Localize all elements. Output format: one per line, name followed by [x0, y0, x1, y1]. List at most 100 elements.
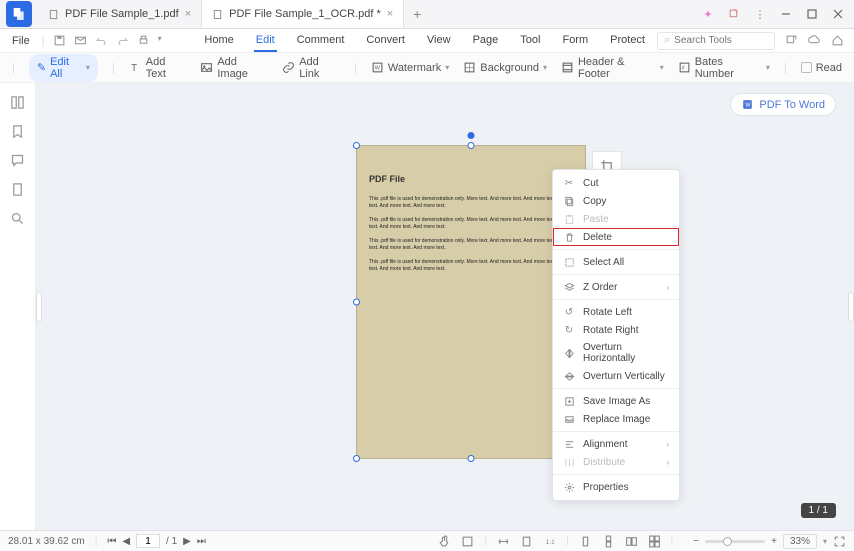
header-footer-tool[interactable]: Header & Footer ▾ [561, 56, 664, 80]
ctx-z-order[interactable]: Z Order› [553, 278, 679, 296]
ctx-overturn-vertical[interactable]: Overturn Vertically [553, 367, 679, 385]
menu-view[interactable]: View [425, 30, 453, 52]
close-icon[interactable]: × [185, 8, 191, 20]
watermark-tool[interactable]: W Watermark ▾ [371, 61, 449, 74]
new-tab-button[interactable]: + [404, 6, 430, 22]
actual-size-icon[interactable]: 1:1 [543, 535, 556, 548]
search-input[interactable] [674, 35, 754, 46]
zoom-value[interactable]: 33% [783, 534, 817, 549]
fullscreen-icon[interactable] [833, 535, 846, 548]
ctx-save-image[interactable]: Save Image As [553, 392, 679, 410]
rotate-handle[interactable] [468, 132, 475, 139]
ctx-label: Overturn Horizontally [583, 342, 669, 364]
maximize-button[interactable] [802, 4, 822, 24]
decoration-icon[interactable]: ✦ [698, 4, 718, 24]
resize-handle-s[interactable] [468, 455, 475, 462]
zoom-thumb[interactable] [723, 537, 732, 546]
resize-handle-w[interactable] [353, 299, 360, 306]
edit-all-tool[interactable]: ✎ Edit All ▾ [29, 54, 98, 82]
menu-edit[interactable]: Edit [254, 30, 277, 52]
zoom-in-icon[interactable]: + [771, 536, 777, 547]
page-total: / 1 [166, 536, 177, 547]
canvas[interactable]: W PDF To Word PDF File This .pdf file is… [36, 83, 854, 530]
ctx-alignment[interactable]: Alignment› [553, 435, 679, 453]
attachment-icon[interactable] [10, 182, 25, 197]
share-icon[interactable] [724, 4, 744, 24]
ctx-rotate-left[interactable]: ↺Rotate Left [553, 303, 679, 321]
select-tool-icon[interactable] [461, 535, 474, 548]
close-window-button[interactable] [828, 4, 848, 24]
two-page-icon[interactable] [625, 535, 638, 548]
print-icon[interactable] [137, 34, 150, 47]
panel-expand-left[interactable] [36, 292, 42, 322]
close-icon[interactable]: × [387, 8, 393, 20]
zoom-out-icon[interactable]: − [693, 536, 699, 547]
main-area: W PDF To Word PDF File This .pdf file is… [0, 83, 854, 530]
add-image-tool[interactable]: Add Image [200, 56, 268, 80]
tab-pdf-sample-1[interactable]: PDF File Sample_1.pdf × [38, 0, 202, 28]
pdf-to-word-button[interactable]: W PDF To Word [730, 93, 836, 116]
single-page-icon[interactable] [579, 535, 592, 548]
read-tool[interactable]: Read [801, 62, 842, 74]
ctx-delete[interactable]: Delete [553, 228, 679, 246]
menu-protect[interactable]: Protect [608, 30, 647, 52]
chevron-down-icon: ▾ [445, 63, 449, 72]
search-rail-icon[interactable] [10, 211, 25, 226]
file-icon [212, 9, 223, 20]
read-checkbox[interactable] [801, 62, 812, 73]
resize-handle-n[interactable] [468, 142, 475, 149]
save-icon[interactable] [53, 34, 66, 47]
add-link-tool[interactable]: Add Link [282, 56, 340, 80]
kebab-icon[interactable]: ⋮ [750, 4, 770, 24]
search-tools[interactable]: ⌕ [657, 32, 775, 50]
menu-tool[interactable]: Tool [518, 30, 542, 52]
comment-icon[interactable] [10, 153, 25, 168]
image-icon [200, 61, 213, 74]
ctx-cut[interactable]: ✂Cut [553, 174, 679, 192]
continuous-icon[interactable] [602, 535, 615, 548]
cloud-icon[interactable] [808, 34, 821, 47]
ctx-label: Paste [583, 214, 609, 225]
first-page-icon[interactable]: ⏮ [107, 536, 116, 547]
file-menu[interactable]: File [0, 35, 42, 47]
mail-icon[interactable] [74, 34, 87, 47]
tab-pdf-sample-ocr[interactable]: PDF File Sample_1_OCR.pdf * × [202, 0, 404, 28]
ctx-overturn-horizontal[interactable]: Overturn Horizontally [553, 339, 679, 367]
menu-form[interactable]: Form [560, 30, 590, 52]
edit-toolbar: | ✎ Edit All ▾ | T Add Text Add Image Ad… [0, 53, 854, 83]
last-page-icon[interactable]: ⏭ [197, 536, 206, 547]
ctx-copy[interactable]: Copy [553, 192, 679, 210]
fit-width-icon[interactable] [497, 535, 510, 548]
menu-convert[interactable]: Convert [364, 30, 407, 52]
thumbnails-icon[interactable] [10, 95, 25, 110]
bookmark-icon[interactable] [10, 124, 25, 139]
text-icon: T [129, 61, 142, 74]
prev-page-icon[interactable]: ◀ [122, 536, 130, 547]
page-number-input[interactable] [136, 534, 160, 548]
panel-expand-right[interactable] [848, 292, 854, 322]
ctx-properties[interactable]: Properties [553, 478, 679, 496]
fit-page-icon[interactable] [520, 535, 533, 548]
menu-home[interactable]: Home [202, 30, 235, 52]
home-icon[interactable] [831, 34, 844, 47]
ctx-select-all[interactable]: Select All [553, 253, 679, 271]
minimize-button[interactable] [776, 4, 796, 24]
menu-comment[interactable]: Comment [295, 30, 347, 52]
add-text-tool[interactable]: T Add Text [129, 56, 187, 80]
zoom-dropdown[interactable]: ▾ [823, 537, 827, 546]
next-page-icon[interactable]: ▶ [183, 536, 191, 547]
resize-handle-nw[interactable] [353, 142, 360, 149]
ctx-replace-image[interactable]: Replace Image [553, 410, 679, 428]
share-icon[interactable] [785, 34, 798, 47]
redo-icon[interactable] [116, 34, 129, 47]
menu-page[interactable]: Page [471, 30, 501, 52]
bates-number-tool[interactable]: # Bates Number ▾ [678, 56, 770, 80]
resize-handle-sw[interactable] [353, 455, 360, 462]
zoom-slider[interactable] [705, 540, 765, 543]
ctx-rotate-right[interactable]: ↻Rotate Right [553, 321, 679, 339]
qat-dropdown[interactable]: ▾ [158, 34, 162, 47]
undo-icon[interactable] [95, 34, 108, 47]
background-tool[interactable]: Background ▾ [463, 61, 547, 74]
two-page-cont-icon[interactable] [648, 535, 661, 548]
hand-tool-icon[interactable] [438, 535, 451, 548]
